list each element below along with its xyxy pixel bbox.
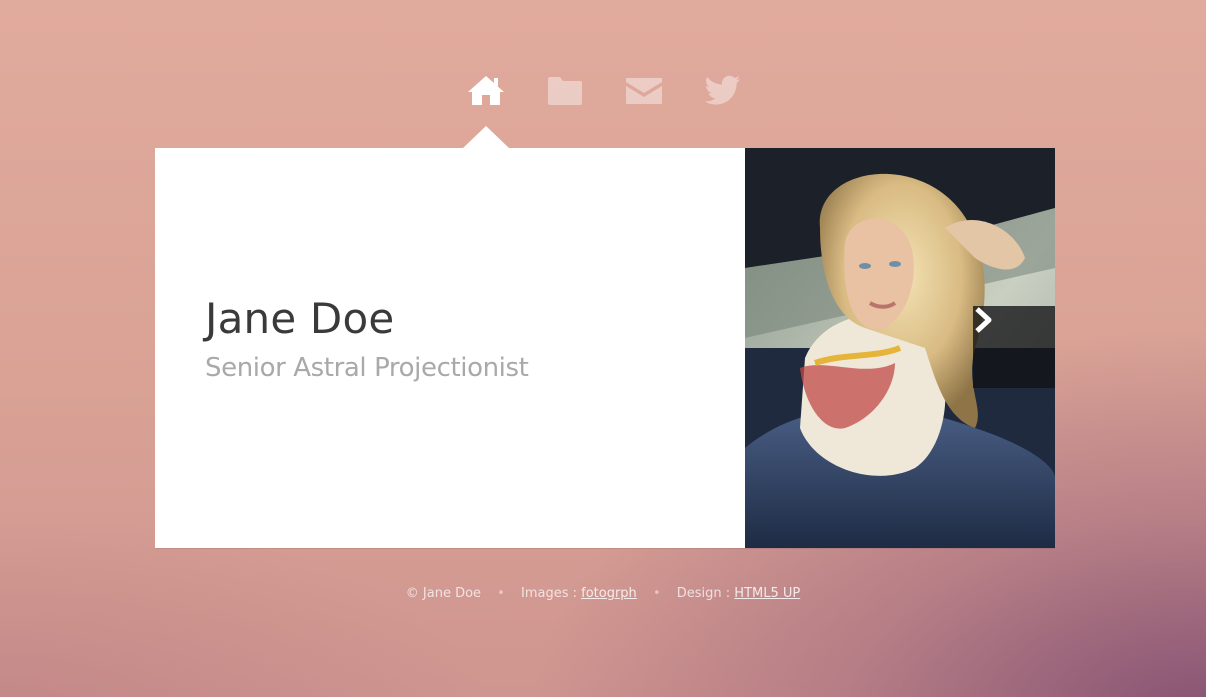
profile-title: Senior Astral Projectionist	[205, 353, 529, 383]
nav-folder[interactable]	[525, 62, 604, 118]
footer-design-link[interactable]: HTML5 UP	[734, 586, 800, 601]
twitter-icon	[704, 75, 741, 105]
top-nav	[446, 62, 762, 118]
footer-images-link[interactable]: fotogrph	[581, 586, 637, 601]
profile-name: Jane Doe	[205, 294, 395, 343]
nav-twitter[interactable]	[683, 62, 762, 118]
envelope-icon	[624, 74, 664, 106]
footer-separator: •	[652, 586, 661, 601]
profile-text: Jane Doe Senior Astral Projectionist	[205, 294, 529, 383]
folder-icon	[546, 74, 584, 106]
footer: © Jane Doe • Images : fotogrph • Design …	[0, 586, 1206, 601]
nav-home[interactable]	[446, 62, 525, 118]
next-photo-button[interactable]	[973, 306, 1055, 388]
footer-separator: •	[497, 586, 505, 601]
footer-copyright: © Jane Doe	[405, 586, 482, 601]
nav-email[interactable]	[604, 62, 683, 118]
profile-photo	[745, 148, 1055, 548]
active-tab-pointer	[463, 126, 509, 148]
profile-card: Jane Doe Senior Astral Projectionist	[155, 148, 1055, 548]
home-icon	[467, 74, 505, 106]
footer-design-label: Design :	[676, 586, 731, 601]
footer-images-label: Images :	[520, 586, 577, 601]
